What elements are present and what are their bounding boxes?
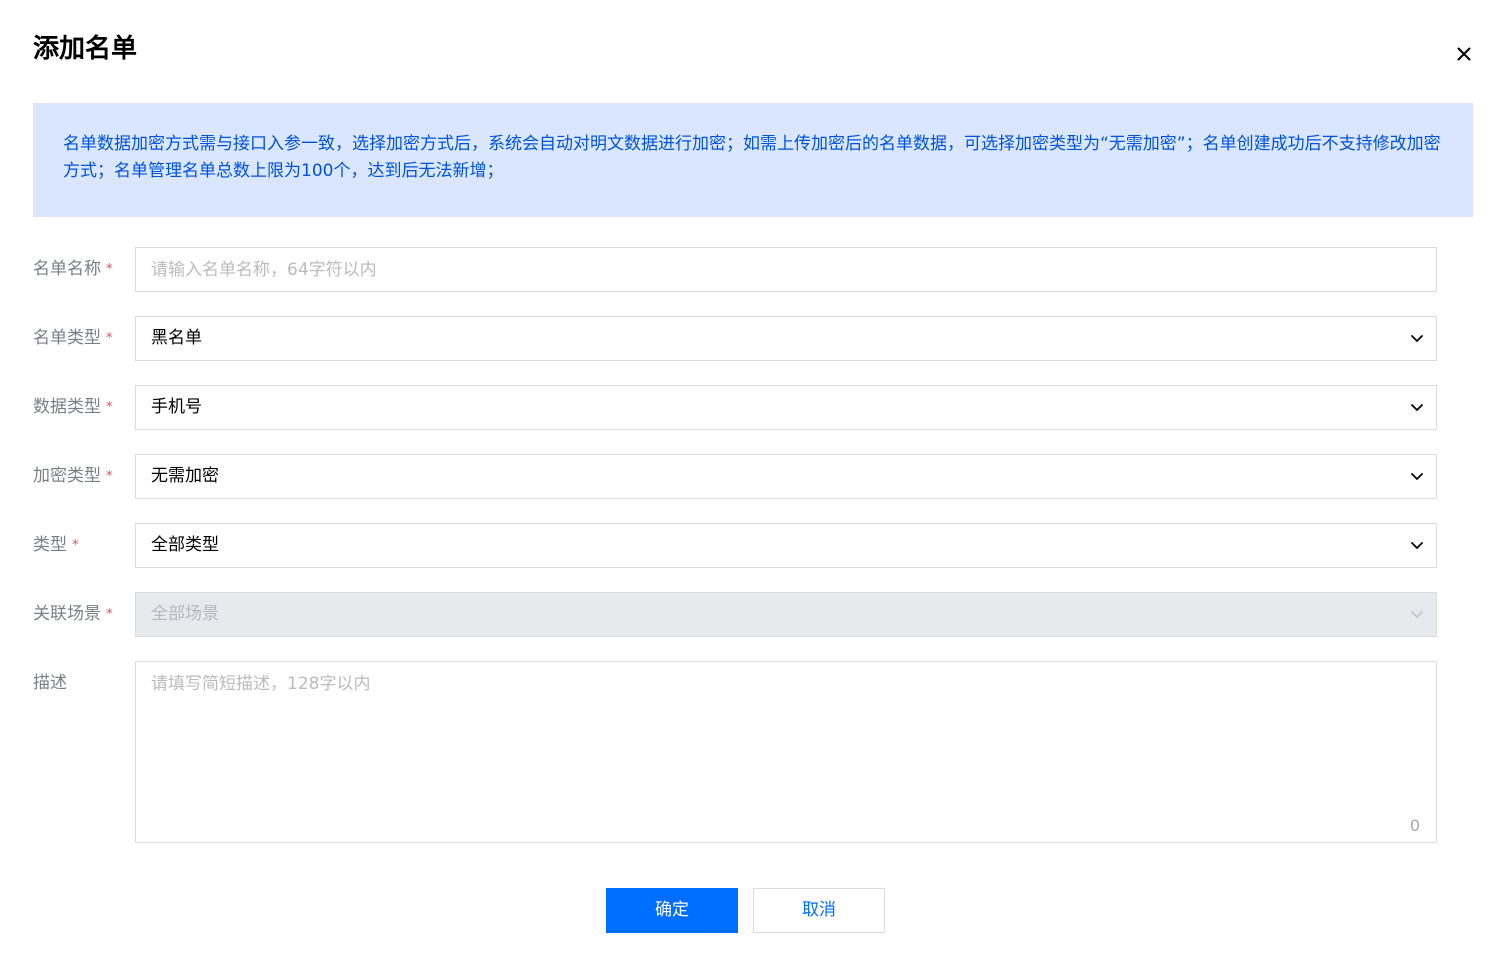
encrypt-type-label: 加密类型 *: [33, 466, 113, 486]
list-type-label: 名单类型 *: [33, 328, 113, 348]
form-row-data-type: 数据类型 * 手机号: [0, 385, 1504, 430]
chevron-down-icon: [1411, 542, 1423, 549]
list-type-select[interactable]: 黑名单: [135, 316, 1437, 361]
encrypt-type-select[interactable]: 无需加密: [135, 454, 1437, 499]
chevron-down-icon: [1411, 404, 1423, 411]
scene-value: 全部场景: [151, 604, 219, 624]
data-type-select[interactable]: 手机号: [135, 385, 1437, 430]
form-row-scene: 关联场景 * 全部场景: [0, 592, 1504, 637]
list-type-value: 黑名单: [151, 328, 202, 348]
type-label: 类型 *: [33, 535, 79, 555]
name-label: 名单名称 *: [33, 259, 113, 279]
required-mark: *: [106, 262, 113, 277]
chevron-down-icon: [1411, 473, 1423, 480]
close-icon: [1457, 47, 1471, 61]
scene-select: 全部场景: [135, 592, 1437, 637]
required-mark: *: [106, 469, 113, 484]
required-mark: *: [106, 607, 113, 622]
dialog-title: 添加名单: [33, 34, 138, 64]
description-textarea[interactable]: [136, 662, 1436, 842]
notice-banner: 名单数据加密方式需与接口入参一致，选择加密方式后，系统会自动对明文数据进行加密；…: [33, 103, 1473, 217]
name-input[interactable]: [135, 247, 1437, 292]
notice-text: 名单数据加密方式需与接口入参一致，选择加密方式后，系统会自动对明文数据进行加密；…: [63, 134, 1441, 181]
description-field: 0: [135, 661, 1437, 843]
close-button[interactable]: [1452, 42, 1476, 66]
type-select[interactable]: 全部类型: [135, 523, 1437, 568]
data-type-label: 数据类型 *: [33, 397, 113, 417]
description-char-count: 0: [1409, 816, 1420, 835]
chevron-down-icon: [1411, 611, 1423, 618]
form-row-list-type: 名单类型 * 黑名单: [0, 316, 1504, 361]
form-row-encrypt-type: 加密类型 * 无需加密: [0, 454, 1504, 499]
encrypt-type-value: 无需加密: [151, 466, 219, 486]
required-mark: *: [72, 538, 79, 553]
form-row-type: 类型 * 全部类型: [0, 523, 1504, 568]
confirm-button[interactable]: 确定: [606, 888, 738, 933]
chevron-down-icon: [1411, 335, 1423, 342]
scene-label: 关联场景 *: [33, 604, 113, 624]
data-type-value: 手机号: [151, 397, 202, 417]
type-value: 全部类型: [151, 535, 219, 555]
form-row-name: 名单名称 *: [0, 247, 1504, 292]
add-list-dialog: 添加名单 名单数据加密方式需与接口入参一致，选择加密方式后，系统会自动对明文数据…: [0, 0, 1504, 964]
required-mark: *: [106, 400, 113, 415]
cancel-button[interactable]: 取消: [753, 888, 885, 933]
description-label: 描述: [33, 673, 67, 693]
required-mark: *: [106, 331, 113, 346]
